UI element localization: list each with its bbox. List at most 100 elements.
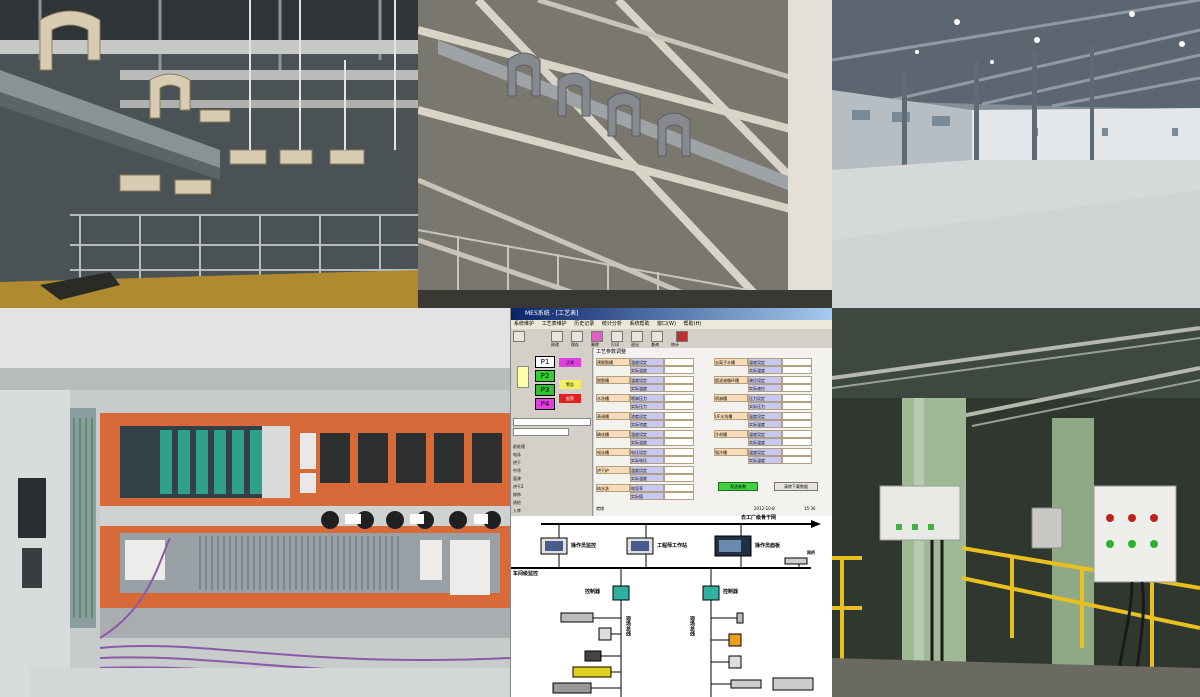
param-value[interactable] [782, 456, 812, 464]
panel-id-box[interactable]: P3 [535, 384, 555, 396]
param-value[interactable] [664, 448, 694, 456]
param-label: 压力设定 [748, 394, 782, 402]
toolbar-button[interactable] [651, 331, 663, 342]
param-label: 实际温度 [748, 438, 782, 446]
param-value[interactable] [664, 438, 694, 446]
search-input[interactable] [513, 418, 591, 426]
network-top-label: 去工厂级骨干网 [741, 515, 777, 521]
menu-item[interactable]: 工艺表维护 [542, 321, 567, 327]
menu-item[interactable]: 历史记录 [574, 321, 594, 327]
menu-item[interactable]: 帮助(H) [684, 321, 702, 327]
param-value[interactable] [782, 412, 812, 420]
status-lamp [517, 366, 529, 388]
param-label: 实际电压 [630, 456, 664, 464]
overhead-conveyor-photo [0, 0, 418, 308]
param-value[interactable] [664, 492, 694, 500]
param-value[interactable] [782, 366, 812, 374]
network-node-label: 工程师工作站 [657, 543, 688, 549]
param-value[interactable] [664, 474, 694, 482]
param-label: 电压设定 [630, 448, 664, 456]
param-value[interactable] [664, 366, 694, 374]
param-value[interactable] [782, 376, 812, 384]
toolbar-button[interactable] [631, 331, 643, 342]
plc-control-cabinet-photo [0, 308, 510, 697]
param-value[interactable] [664, 384, 694, 392]
param-value[interactable] [782, 384, 812, 392]
network-node-label: 操作员监控 [571, 543, 597, 549]
param-label: 实际温度 [630, 366, 664, 374]
network-node-label: 操作员面板 [755, 543, 781, 549]
param-value[interactable] [782, 420, 812, 428]
param-value[interactable] [664, 484, 694, 492]
toolbar-button[interactable] [551, 331, 563, 342]
toolbar-button[interactable] [611, 331, 623, 342]
menu-item[interactable]: 系统帮助 [629, 321, 649, 327]
left-row[interactable]: 质检 [513, 500, 521, 506]
param-value[interactable] [664, 412, 694, 420]
filter-input[interactable] [513, 428, 569, 436]
network-left-label: 车间级监控 [513, 571, 539, 577]
toolbar-button[interactable] [676, 331, 688, 342]
param-value[interactable] [664, 402, 694, 410]
param-label: 温度设定 [630, 430, 664, 438]
param-value[interactable] [782, 358, 812, 366]
toolbar-button[interactable] [591, 331, 603, 342]
param-name: 磷化槽 [596, 430, 630, 438]
param-value[interactable] [782, 430, 812, 438]
parameter-panel: 工艺参数调整 预脱脂槽 温度设定 实际温度 脱脂槽 温度设定 实际温度 水洗槽 … [594, 348, 832, 526]
param-value[interactable] [664, 466, 694, 474]
photo-collage: MES系统 - [工艺表] 系统维护 工艺表维护 历史记录 统计分析 系统帮助 … [0, 0, 1200, 697]
param-name: UF水洗槽 [714, 412, 748, 420]
clear-data-button[interactable]: 清除下载数据 [774, 482, 818, 491]
menu-item[interactable]: 系统维护 [514, 321, 534, 327]
param-value[interactable] [664, 430, 694, 438]
toolbar-button[interactable] [513, 331, 525, 342]
param-value[interactable] [782, 438, 812, 446]
panel-id-box[interactable]: P4 [535, 398, 555, 410]
param-value[interactable] [664, 420, 694, 428]
param-value[interactable] [664, 358, 694, 366]
param-name: 电泳槽 [596, 448, 630, 456]
group-title: 工艺参数调整 [596, 349, 627, 355]
param-name: 烘干炉 [596, 466, 630, 474]
left-row[interactable]: 入库 [513, 508, 521, 514]
param-value[interactable] [664, 376, 694, 384]
ceiling-beams-photo [418, 0, 832, 308]
left-row[interactable]: 烘干2 [513, 484, 524, 490]
left-row[interactable]: 面漆 [513, 476, 521, 482]
param-label: 喷淋压力 [630, 394, 664, 402]
left-row[interactable]: 修饰 [513, 492, 521, 498]
menu-item[interactable]: 统计分析 [602, 321, 622, 327]
param-label: 温度设定 [748, 448, 782, 456]
param-value[interactable] [782, 448, 812, 456]
param-value[interactable] [782, 394, 812, 402]
param-value[interactable] [664, 394, 694, 402]
legend-warn: 警告 [559, 380, 581, 389]
toolbar-button[interactable] [571, 331, 583, 342]
panel-id-box[interactable]: P2 [535, 370, 555, 382]
param-name: 水洗槽 [596, 394, 630, 402]
left-panel: P1 P2 P3 P4 正常 警告 报警 前处理 电泳 烘干 中涂 面漆 烘干2… [511, 348, 593, 526]
elevated-walkway-photo [832, 308, 1200, 697]
param-name: 强冷槽 [714, 448, 748, 456]
param-label: 实际温度 [748, 420, 782, 428]
param-value[interactable] [782, 402, 812, 410]
param-name: 去离子水槽 [714, 358, 748, 366]
send-params-button[interactable]: 发送参数 [718, 482, 758, 491]
panel-id-box[interactable]: P1 [535, 356, 555, 368]
menu-bar: 系统维护 工艺表维护 历史记录 统计分析 系统帮助 窗口(W) 帮助(H) [511, 320, 832, 329]
left-row[interactable]: 中涂 [513, 468, 521, 474]
legend-normal: 正常 [559, 358, 581, 367]
param-label: 实际温度 [630, 474, 664, 482]
left-row[interactable]: 电泳 [513, 452, 521, 458]
toolbar: 修改 保存 删除 打印 退出 查询 统计 [511, 329, 832, 349]
param-name: 冷却槽 [714, 430, 748, 438]
param-name: 表调槽 [596, 412, 630, 420]
left-row[interactable]: 烘干 [513, 460, 521, 466]
legend-alarm: 报警 [559, 394, 581, 403]
left-row[interactable]: 前处理 [513, 444, 525, 450]
param-value[interactable] [664, 456, 694, 464]
menu-item[interactable]: 窗口(W) [657, 321, 676, 327]
param-label: 实际温度 [748, 366, 782, 374]
param-name: 超滤液循环槽 [714, 376, 748, 384]
